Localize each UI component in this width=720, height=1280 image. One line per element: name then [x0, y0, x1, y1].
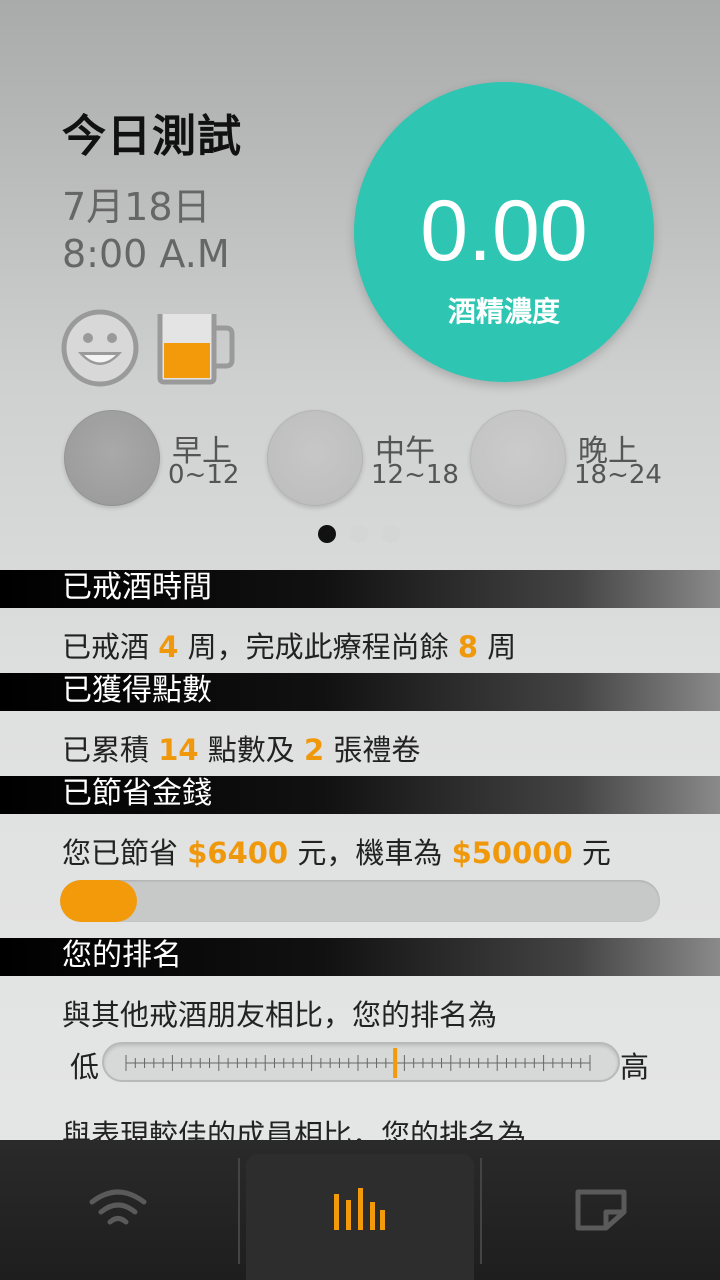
alcohol-label: 酒精濃度: [447, 295, 560, 328]
period-range: 0~12: [168, 460, 240, 490]
beer-mug-icon: [157, 314, 235, 385]
section-header-savings: 已節省金錢: [0, 776, 720, 814]
text: 周，完成此療程尚餘: [178, 630, 458, 664]
rank-marker: [393, 1048, 398, 1078]
period-noon[interactable]: 中午 12~18: [267, 410, 467, 510]
text: 已戒酒: [62, 630, 159, 664]
nav-divider: [480, 1158, 482, 1264]
nav-divider: [238, 1158, 240, 1264]
page-dot[interactable]: [350, 525, 368, 543]
period-indicator: [470, 410, 566, 506]
note-icon[interactable]: [574, 1188, 628, 1232]
bar-chart-icon[interactable]: [332, 1188, 386, 1232]
savings-summary: 您已節省 $6400 元，機車為 $50000 元: [62, 830, 611, 872]
page-indicator[interactable]: [318, 525, 400, 543]
bottom-nav: [0, 1140, 720, 1280]
text: 點數及: [198, 733, 305, 767]
goal-amount: $50000: [451, 836, 573, 870]
period-range: 12~18: [371, 460, 459, 490]
beer-level: [164, 343, 210, 378]
today-test-panel: 今日測試 7月18日 8:00 A.M 0.00 酒精濃度 早上 0~12 中午…: [0, 0, 720, 570]
saved-amount: $6400: [187, 836, 289, 870]
page-title: 今日測試: [62, 111, 242, 162]
savings-progress-fill: [60, 880, 137, 922]
test-time: 8:00 A.M: [62, 232, 230, 276]
rank-high-label: 高: [620, 1050, 650, 1084]
page-dot[interactable]: [318, 525, 336, 543]
rank-low-label: 低: [70, 1050, 100, 1084]
points-value: 14: [158, 733, 199, 767]
section-header-quit-time: 已戒酒時間: [0, 570, 720, 608]
period-indicator: [267, 410, 363, 506]
savings-progress-bar: [60, 880, 660, 922]
weeks-done-value: 4: [158, 630, 179, 664]
section-header-ranking: 您的排名: [0, 938, 720, 976]
text: 周: [478, 630, 517, 664]
text: 您已節省: [62, 836, 188, 870]
alcohol-value: 0.00: [420, 183, 588, 279]
rank-scale: [125, 1048, 591, 1078]
smiley-face-icon: [61, 309, 139, 387]
weeks-left-value: 8: [457, 630, 479, 664]
points-summary: 已累積 14 點數及 2 張禮卷: [62, 727, 420, 769]
period-morning[interactable]: 早上 0~12: [64, 410, 264, 510]
text: 元，機車為: [288, 836, 452, 870]
page-dot[interactable]: [382, 525, 400, 543]
period-range: 18~24: [574, 460, 662, 490]
test-date: 7月18日: [62, 185, 211, 229]
quit-time-summary: 已戒酒 4 周，完成此療程尚餘 8 周: [62, 624, 516, 666]
period-evening[interactable]: 晚上 18~24: [470, 410, 670, 510]
wifi-icon[interactable]: [88, 1188, 148, 1232]
period-indicator: [64, 410, 160, 506]
alcohol-reading-circle[interactable]: 0.00 酒精濃度: [354, 82, 654, 382]
text: 已累積: [62, 733, 159, 767]
ranking-description: 與其他戒酒朋友相比，您的排名為: [62, 998, 498, 1032]
ranking-gauge: 低 高: [62, 1040, 662, 1084]
vouchers-value: 2: [304, 733, 325, 767]
text: 元: [572, 836, 611, 870]
section-header-points: 已獲得點數: [0, 673, 720, 711]
text: 張禮卷: [324, 733, 421, 767]
